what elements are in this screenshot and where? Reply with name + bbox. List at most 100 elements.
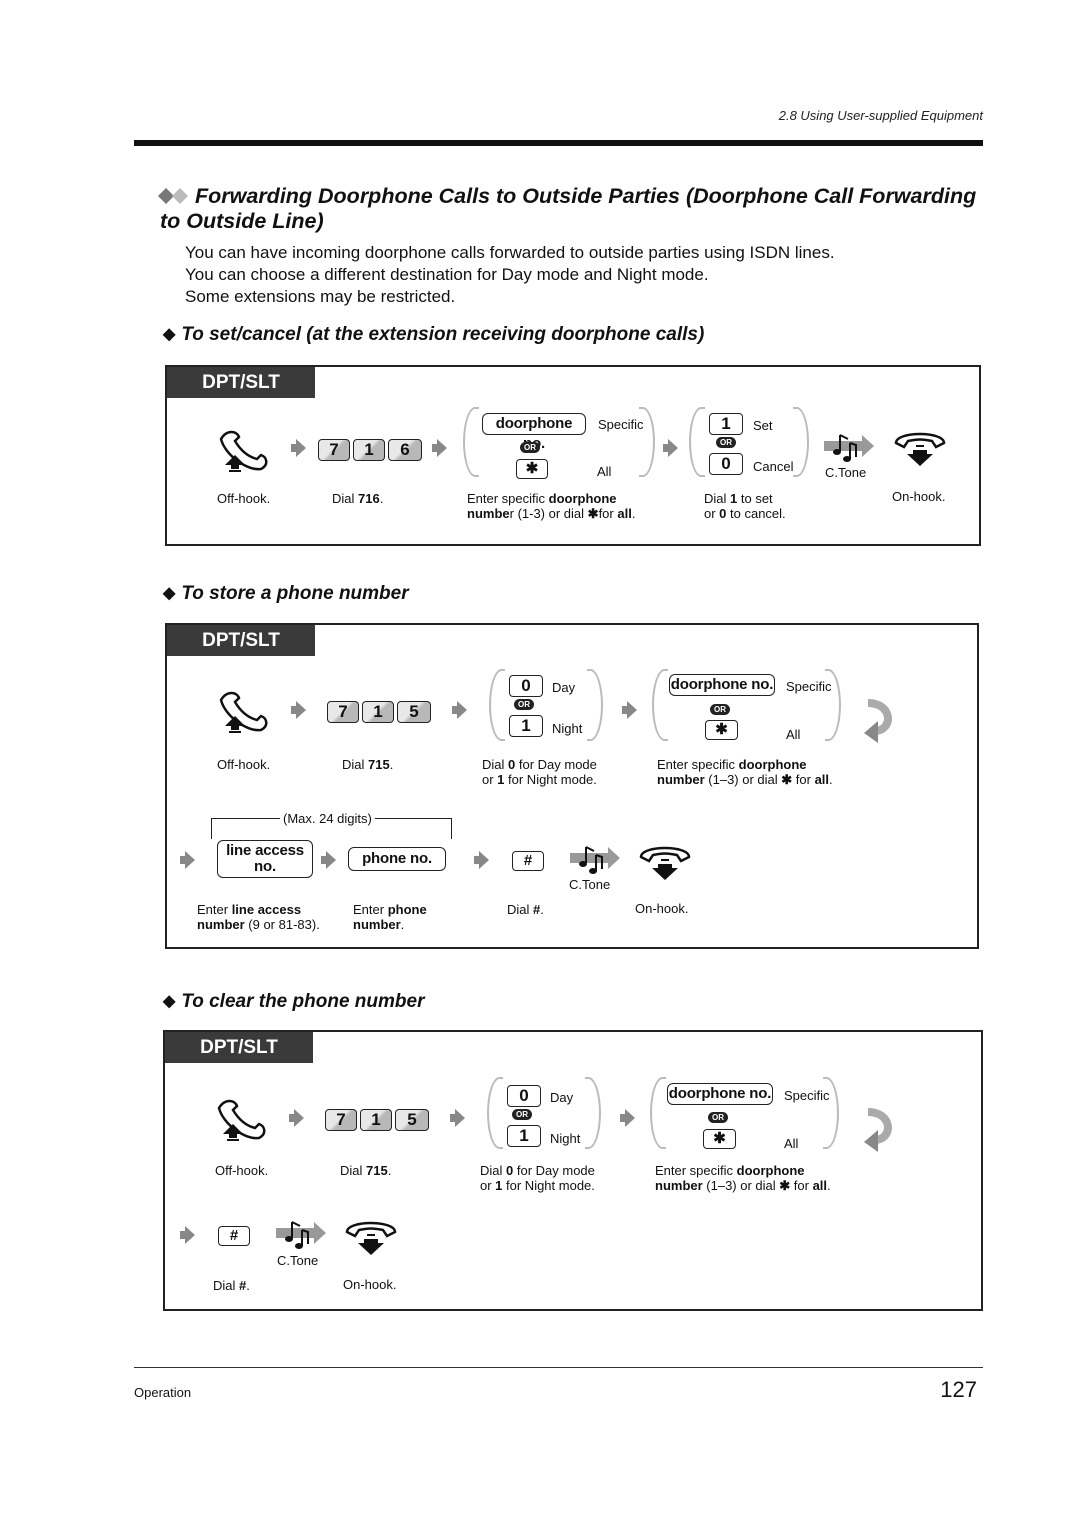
footer-rule bbox=[134, 1367, 983, 1368]
diamond-bullet-icon: ◆ bbox=[163, 993, 176, 1010]
doorphone-no-box: doorphone no. bbox=[667, 1083, 773, 1105]
off-hook-caption: Off-hook. bbox=[215, 1163, 269, 1178]
on-hook-icon bbox=[345, 1221, 397, 1255]
dial-key: 1 bbox=[353, 439, 385, 461]
night-label: Night bbox=[552, 721, 583, 736]
on-hook-icon bbox=[639, 846, 691, 880]
night-key: 1 bbox=[507, 1125, 541, 1147]
page-number: 127 bbox=[940, 1377, 977, 1402]
set-key: 1 bbox=[709, 413, 743, 435]
on-hook-caption: On-hook. bbox=[635, 901, 689, 916]
dial-key: 5 bbox=[395, 1109, 429, 1131]
dial-caption: Dial 716. bbox=[332, 491, 384, 506]
off-hook-caption: Off-hook. bbox=[217, 491, 271, 506]
page-title: Forwarding Doorphone Calls to Outside Pa… bbox=[158, 184, 990, 234]
step-arrow-icon bbox=[180, 1226, 195, 1244]
dpt-slt-tag: DPT/SLT bbox=[167, 367, 315, 398]
dial-key: 1 bbox=[362, 701, 394, 723]
all-label: All bbox=[786, 727, 801, 742]
section-heading-store: ◆ To store a phone number bbox=[163, 583, 409, 605]
confirmation-tone-icon bbox=[570, 846, 620, 874]
day-key: 0 bbox=[509, 675, 543, 697]
specific-label: Specific bbox=[598, 417, 644, 432]
hash-key: # bbox=[512, 851, 544, 871]
day-label: Day bbox=[550, 1090, 574, 1105]
set-caption: Dial 1 to set or 0 to cancel. bbox=[704, 491, 786, 521]
phone-no-box: phone no. bbox=[348, 847, 446, 871]
top-rule bbox=[134, 140, 983, 146]
right-paren bbox=[587, 669, 603, 741]
intro-line: Some extensions may be restricted. bbox=[185, 287, 456, 306]
left-paren bbox=[652, 669, 668, 741]
double-diamond-icon bbox=[158, 188, 188, 204]
dial-caption: Dial 715. bbox=[342, 757, 394, 772]
ctone-label: C.Tone bbox=[569, 877, 611, 892]
title-line-1: Forwarding Doorphone Calls to Outside Pa… bbox=[195, 184, 977, 208]
or-badge: OR bbox=[512, 1109, 532, 1120]
dial-key: 5 bbox=[397, 701, 431, 723]
left-paren bbox=[650, 1077, 666, 1149]
set-label: Set bbox=[753, 418, 773, 433]
left-paren bbox=[487, 1077, 503, 1149]
left-paren bbox=[689, 407, 705, 477]
left-paren bbox=[489, 669, 505, 741]
procedure-panel-store: DPT/SLT Off-hook. 7 1 5 Dial 715. 0 Day … bbox=[165, 623, 979, 949]
heading-text: To set/cancel (at the extension receivin… bbox=[181, 324, 705, 345]
line-access-caption: Enter line access number (9 or 81-83). bbox=[197, 902, 320, 932]
all-label: All bbox=[597, 464, 612, 479]
on-hook-icon bbox=[894, 432, 946, 466]
off-hook-icon bbox=[219, 430, 268, 472]
confirmation-tone-icon bbox=[276, 1221, 326, 1249]
off-hook-caption: Off-hook. bbox=[217, 757, 271, 772]
dpt-slt-tag: DPT/SLT bbox=[165, 1032, 313, 1063]
intro-line: You can have incoming doorphone calls fo… bbox=[185, 243, 835, 262]
intro-text: You can have incoming doorphone calls fo… bbox=[185, 242, 835, 308]
procedure-panel-clear: DPT/SLT Off-hook. 7 1 5 Dial 715. 0 Day … bbox=[163, 1030, 983, 1311]
doorphone-caption: Enter specific doorphone number (1–3) or… bbox=[657, 757, 833, 787]
or-badge: OR bbox=[716, 437, 736, 448]
diamond-bullet-icon: ◆ bbox=[163, 585, 176, 602]
footer-section: Operation bbox=[134, 1385, 192, 1400]
dial-key: 6 bbox=[388, 439, 422, 461]
doorphone-no-box: doorphone no. bbox=[669, 674, 775, 696]
star-key: ✱ bbox=[703, 1129, 736, 1149]
step-arrow-icon bbox=[452, 701, 467, 719]
off-hook-icon bbox=[219, 691, 268, 733]
running-header: 2.8 Using User-supplied Equipment bbox=[778, 108, 983, 123]
right-paren bbox=[585, 1077, 601, 1149]
step-arrow-icon bbox=[620, 1109, 635, 1127]
night-label: Night bbox=[550, 1131, 581, 1146]
night-key: 1 bbox=[509, 715, 543, 737]
cancel-label: Cancel bbox=[753, 459, 794, 474]
right-paren bbox=[823, 1077, 839, 1149]
left-paren bbox=[463, 407, 479, 477]
procedure-panel-set-cancel: DPT/SLT Off-hook. 7 1 6 Dial 716. doorph… bbox=[165, 365, 981, 546]
doorphone-caption: Enter specific doorphone number (1-3) or… bbox=[467, 491, 636, 521]
right-paren bbox=[639, 407, 655, 477]
or-badge: OR bbox=[514, 699, 534, 710]
line-access-line: no. bbox=[254, 858, 276, 875]
day-label: Day bbox=[552, 680, 576, 695]
or-badge: OR bbox=[520, 442, 540, 453]
ctone-label: C.Tone bbox=[825, 465, 867, 480]
step-arrow-icon bbox=[180, 851, 195, 869]
step-arrow-icon bbox=[291, 701, 306, 719]
line-access-line: line access bbox=[226, 842, 304, 859]
dial-key: 7 bbox=[318, 439, 350, 461]
step-arrow-icon bbox=[622, 701, 637, 719]
dial-key: 1 bbox=[360, 1109, 392, 1131]
confirmation-tone-icon bbox=[824, 434, 874, 462]
line-access-no-box: line access no. bbox=[217, 840, 313, 878]
step-arrow-icon bbox=[663, 439, 678, 457]
all-label: All bbox=[784, 1136, 799, 1151]
continue-arrow-icon bbox=[864, 699, 892, 743]
dial-key: 7 bbox=[327, 701, 359, 723]
doorphone-no-box: doorphone no. bbox=[482, 413, 586, 452]
dial-caption: Dial 715. bbox=[340, 1163, 392, 1178]
heading-text: To store a phone number bbox=[181, 583, 409, 604]
step-arrow-icon bbox=[289, 1109, 304, 1127]
phone-caption: Enter phone number. bbox=[353, 902, 427, 932]
star-key: ✱ bbox=[705, 720, 738, 740]
mode-caption: Dial 0 for Day mode or 1 for Night mode. bbox=[480, 1163, 595, 1193]
ctone-label: C.Tone bbox=[277, 1253, 319, 1268]
